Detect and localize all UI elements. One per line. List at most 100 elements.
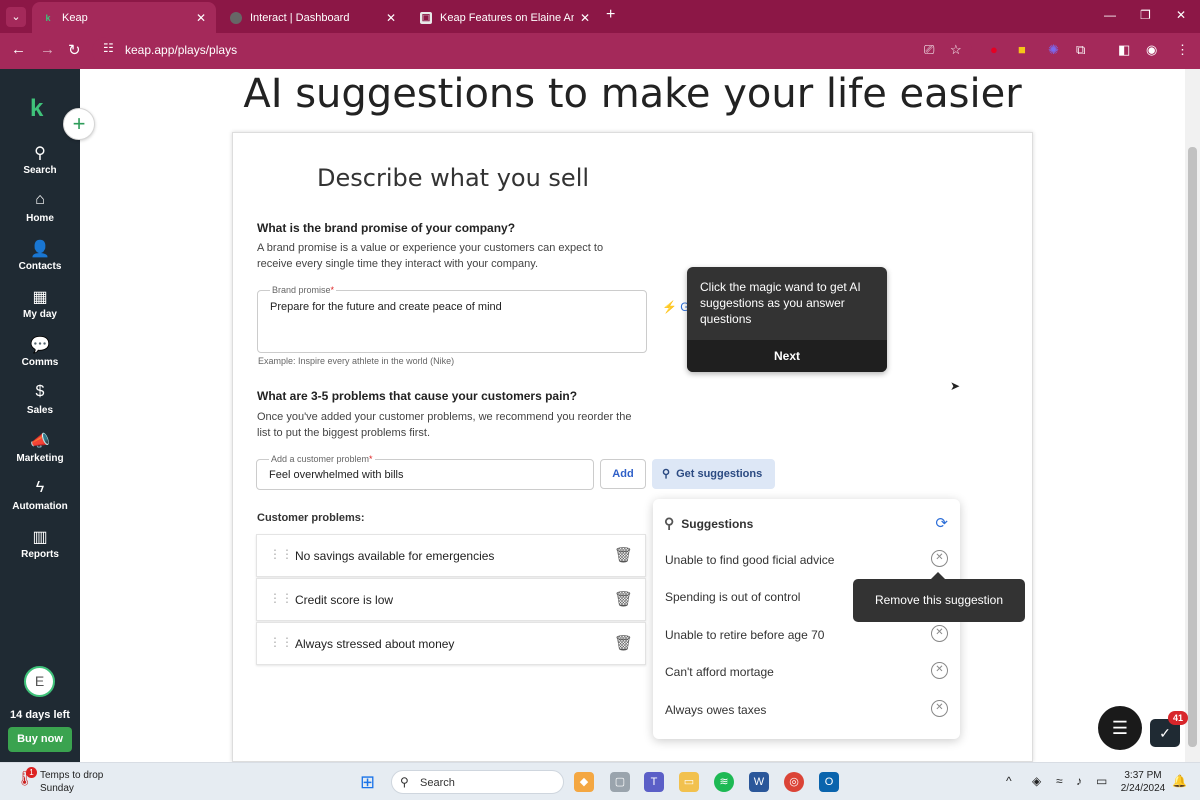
copilot-icon[interactable]: ◆ — [574, 772, 594, 792]
new-tab-icon[interactable]: + — [606, 6, 615, 24]
taskbar-search-box[interactable]: ⚲ Search — [391, 770, 564, 794]
get-suggestions-label: Get suggestions — [676, 468, 763, 480]
sidebar-item-automation[interactable]: ϟ Automation — [0, 479, 80, 512]
trash-icon[interactable]: 🗑 — [614, 634, 633, 652]
scrollbar-thumb[interactable] — [1188, 147, 1197, 747]
megaphone-icon: 📣 — [30, 433, 50, 450]
restore-icon[interactable]: ❐ — [1140, 8, 1151, 22]
sidebar-item-my-day[interactable]: ▦ My day — [0, 287, 80, 320]
suggestion-text: Spending is out of control — [665, 590, 801, 604]
close-tab-icon[interactable]: ✕ — [580, 11, 590, 25]
suggestion-item[interactable]: Unable to retire before age 70 ✕ — [665, 620, 950, 656]
trash-icon[interactable]: 🗑 — [614, 546, 633, 564]
site-settings-icon[interactable]: ☷ — [103, 41, 114, 55]
tab-keap[interactable]: k Keap ✕ — [32, 2, 216, 33]
customer-problem-value[interactable]: Feel overwhelmed with bills — [269, 469, 404, 481]
tab-list-button[interactable]: ⌄ — [6, 7, 26, 27]
suggestions-header: ⚲ Suggestions — [664, 515, 753, 532]
extension-purple-icon[interactable]: ✺ — [1048, 42, 1059, 58]
suggestion-item[interactable]: Can't afford mortage ✕ — [665, 657, 950, 693]
reload-icon[interactable]: ↻ — [68, 41, 81, 59]
browser-menu-icon[interactable]: ⋮ — [1176, 42, 1189, 58]
customer-problem-row[interactable]: ⋮⋮ Always stressed about money 🗑 — [256, 622, 646, 665]
url-text[interactable]: keap.app/plays/plays — [125, 43, 237, 57]
page-scrollbar[interactable] — [1185, 69, 1200, 762]
dropbox-icon[interactable]: ◈ — [1032, 774, 1041, 788]
file-explorer-icon[interactable]: ▭ — [679, 772, 699, 792]
side-panel-icon[interactable]: ◧ — [1118, 42, 1130, 58]
drag-handle-icon[interactable]: ⋮⋮ — [269, 635, 293, 649]
close-tab-icon[interactable]: ✕ — [196, 11, 206, 25]
problems-description: Once you've added your customer problems… — [257, 411, 632, 439]
task-view-icon[interactable]: ▢ — [610, 772, 630, 792]
customer-problem-text: No savings available for emergencies — [295, 549, 495, 563]
remove-suggestion-icon[interactable]: ✕ — [931, 550, 948, 567]
sidebar-item-comms[interactable]: 💬 Comms — [0, 335, 80, 368]
tab-title: Keap — [62, 11, 88, 24]
trash-icon[interactable]: 🗑 — [614, 590, 633, 608]
word-icon[interactable]: W — [749, 772, 769, 792]
drag-handle-icon[interactable]: ⋮⋮ — [269, 591, 293, 605]
quick-add-button[interactable]: + — [63, 108, 95, 140]
chrome-icon[interactable]: ◎ — [784, 772, 804, 792]
close-window-icon[interactable]: ✕ — [1176, 8, 1186, 22]
customer-problem-row[interactable]: ⋮⋮ No savings available for emergencies … — [256, 534, 646, 577]
magic-wand-tooltip: Click the magic wand to get AI suggestio… — [687, 267, 887, 372]
notifications-bell-icon[interactable]: 🔔 — [1172, 774, 1187, 788]
browser-toolbar: ← → ↻ ☷ keap.app/plays/plays ⎚ ☆ ● ■ ✺ ⧉… — [0, 33, 1200, 69]
chat-bubble-icon[interactable]: ☰ — [1098, 706, 1142, 750]
sidebar-item-contacts[interactable]: 👤 Contacts — [0, 239, 80, 272]
taskbar-clock[interactable]: 3:37 PM 2/24/2024 — [1120, 769, 1166, 795]
tab-interact[interactable]: Interact | Dashboard ✕ — [220, 2, 406, 33]
minimize-icon[interactable]: — — [1104, 8, 1116, 22]
spotify-icon[interactable]: ≋ — [714, 772, 734, 792]
trial-days-left: 14 days left — [10, 709, 70, 721]
brand-promise-value[interactable]: Prepare for the future and create peace … — [270, 301, 502, 313]
extensions-puzzle-icon[interactable]: ⧉ — [1076, 42, 1085, 58]
drag-handle-icon[interactable]: ⋮⋮ — [269, 547, 293, 561]
get-suggestions-button[interactable]: ⚲ Get suggestions — [652, 459, 775, 489]
tab-keap-features[interactable]: ▣ Keap Features on Elaine And Fr ✕ — [410, 2, 600, 33]
remove-suggestion-icon[interactable]: ✕ — [931, 625, 948, 642]
outlook-icon[interactable]: O — [819, 772, 839, 792]
sidebar-item-label: Reports — [21, 549, 59, 560]
close-tab-icon[interactable]: ✕ — [386, 11, 396, 25]
back-icon[interactable]: ← — [11, 41, 26, 58]
sidebar-item-label: Home — [26, 213, 54, 224]
forward-icon[interactable]: → — [40, 41, 55, 58]
pinterest-extension-icon[interactable]: ● — [990, 42, 998, 57]
sidebar-item-label: Search — [23, 165, 57, 176]
tray-overflow-icon[interactable]: ^ — [1006, 774, 1012, 788]
extension-yellow-icon[interactable]: ■ — [1018, 42, 1026, 57]
install-app-icon[interactable]: ⎚ — [924, 42, 934, 58]
user-avatar[interactable]: E — [24, 666, 55, 697]
sidebar-item-marketing[interactable]: 📣 Marketing — [0, 431, 80, 464]
customer-problem-field[interactable]: Add a customer problem* Feel overwhelmed… — [256, 454, 594, 490]
suggestion-text: Unable to find good ficial advice — [665, 553, 835, 567]
add-button[interactable]: Add — [600, 459, 646, 489]
wifi-icon[interactable]: ≈ — [1056, 774, 1063, 788]
suggestion-item[interactable]: Unable to find good ficial advice ✕ — [665, 545, 950, 581]
suggestion-item[interactable]: Always owes taxes ✕ — [665, 695, 950, 731]
customer-problem-row[interactable]: ⋮⋮ Credit score is low 🗑 — [256, 578, 646, 621]
volume-icon[interactable]: ♪ — [1076, 774, 1082, 788]
sidebar-item-home[interactable]: ⌂ Home — [0, 191, 80, 224]
windows-start-icon[interactable]: ⊞ — [360, 772, 375, 793]
profile-avatar-icon[interactable]: ◉ — [1146, 42, 1157, 58]
remove-suggestion-icon[interactable]: ✕ — [931, 700, 948, 717]
sidebar-item-sales[interactable]: $ Sales — [0, 383, 80, 416]
teams-icon[interactable]: T — [644, 772, 664, 792]
battery-icon[interactable]: ▭ — [1096, 774, 1107, 788]
brand-promise-field[interactable]: Brand promise* Prepare for the future an… — [257, 285, 647, 353]
tooltip-next-button[interactable]: Next — [687, 340, 887, 372]
magic-wand-icon[interactable]: ⚡ G — [662, 300, 690, 314]
sidebar-item-search[interactable]: ⚲ Search — [0, 143, 80, 176]
buy-now-button[interactable]: Buy now — [8, 727, 72, 752]
weather-widget[interactable]: 🌡 1 Temps to drop Sunday — [16, 767, 103, 795]
sidebar-item-reports[interactable]: ▥ Reports — [0, 527, 80, 560]
keap-logo-icon[interactable]: k — [30, 95, 43, 123]
bookmark-star-icon[interactable]: ☆ — [950, 42, 962, 58]
refresh-icon[interactable]: ⟳ — [935, 514, 948, 532]
remove-suggestion-icon[interactable]: ✕ — [931, 662, 948, 679]
brand-promise-description: A brand promise is a value or experience… — [257, 242, 604, 270]
